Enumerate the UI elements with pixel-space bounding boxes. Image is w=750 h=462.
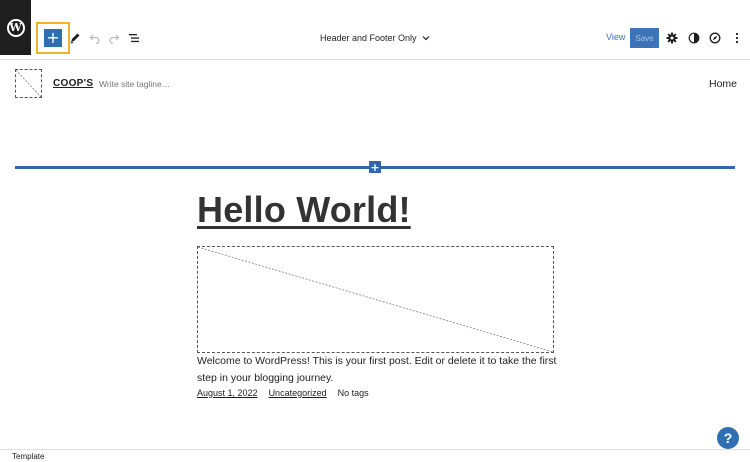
settings-button[interactable] xyxy=(664,30,680,46)
between-block-inserter[interactable]: + xyxy=(369,161,381,173)
post-meta: August 1, 2022 Uncategorized No tags xyxy=(197,388,369,398)
featured-image-placeholder[interactable] xyxy=(197,246,554,353)
gear-icon xyxy=(666,32,678,44)
help-button[interactable]: ? xyxy=(717,427,739,449)
site-tagline-placeholder[interactable]: Write site tagline… xyxy=(99,79,170,89)
list-view-icon xyxy=(128,32,140,44)
save-button[interactable]: Save xyxy=(630,28,659,48)
pencil-icon xyxy=(69,32,81,44)
undo-button[interactable] xyxy=(87,30,103,46)
inserter-highlight: + xyxy=(36,22,70,54)
template-name: Header and Footer Only xyxy=(320,33,417,43)
view-link[interactable]: View xyxy=(606,32,625,42)
wordpress-logo-icon: W xyxy=(6,18,25,37)
post-date[interactable]: August 1, 2022 xyxy=(197,388,258,398)
site-logo-placeholder[interactable] xyxy=(15,69,42,98)
list-view-button[interactable] xyxy=(126,30,142,46)
more-options-button[interactable] xyxy=(729,30,745,46)
editor-toolbar: W + Header and Footer Only View Save xyxy=(0,0,750,60)
redo-icon xyxy=(108,32,120,44)
chevron-down-icon xyxy=(422,33,430,43)
styles-icon xyxy=(688,32,700,44)
tools-button[interactable] xyxy=(67,30,83,46)
placeholder-diagonal xyxy=(198,247,553,352)
site-title[interactable]: COOP'S xyxy=(53,78,93,89)
more-options-icon xyxy=(735,32,739,44)
plus-icon: + xyxy=(46,28,60,47)
redo-button[interactable] xyxy=(106,30,122,46)
wordpress-logo-button[interactable]: W xyxy=(0,0,31,55)
template-selector[interactable]: Header and Footer Only xyxy=(320,30,430,46)
post-tags: No tags xyxy=(337,388,369,398)
block-inserter-button[interactable]: + xyxy=(44,29,62,47)
post-category[interactable]: Uncategorized xyxy=(269,388,327,398)
block-breadcrumb-bar: Template xyxy=(0,449,750,462)
post-excerpt[interactable]: Welcome to WordPress! This is your first… xyxy=(197,353,557,387)
help-icon: ? xyxy=(723,430,733,446)
placeholder-diagonal xyxy=(15,69,42,98)
navigation-button[interactable] xyxy=(707,30,723,46)
nav-item-home[interactable]: Home xyxy=(709,78,737,90)
breadcrumb-template[interactable]: Template xyxy=(12,452,44,461)
plus-icon: + xyxy=(370,160,380,174)
navigation-icon xyxy=(709,32,721,44)
undo-icon xyxy=(89,32,101,44)
post-title[interactable]: Hello World! xyxy=(197,188,411,232)
styles-button[interactable] xyxy=(686,30,702,46)
